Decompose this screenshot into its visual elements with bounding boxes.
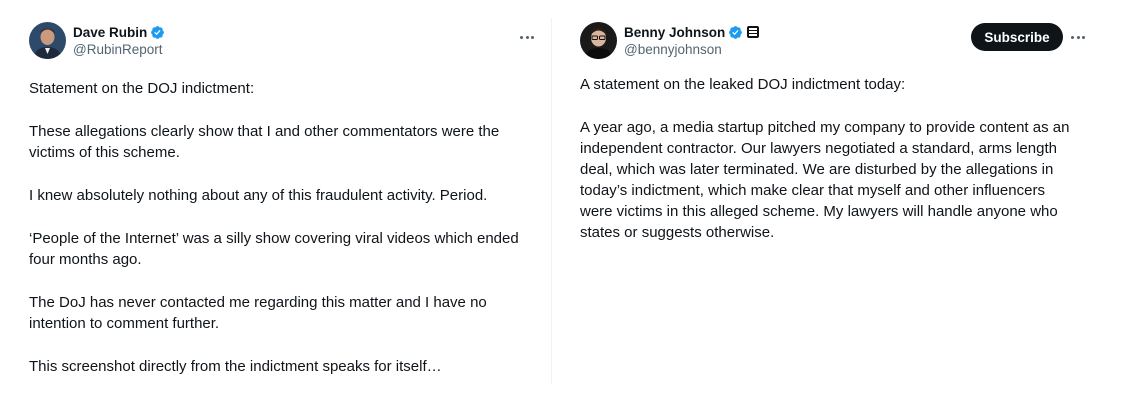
author-name[interactable]: Benny Johnson	[624, 24, 725, 41]
post-paragraph: The DoJ has never contacted me regarding…	[29, 294, 487, 332]
post-paragraph: I knew absolutely nothing about any of t…	[29, 187, 488, 204]
post-benny-johnson: Benny Johnson @bennyjohnson Subscribe A …	[552, 0, 1140, 402]
more-horizontal-icon[interactable]	[518, 28, 536, 46]
post-paragraph: This screenshot directly from the indict…	[29, 358, 442, 375]
post-paragraph: Statement on the DOJ indictment:	[29, 80, 255, 97]
post-dave-rubin: Dave Rubin @RubinReport Statement on the…	[0, 0, 552, 402]
subscribe-button[interactable]: Subscribe	[971, 23, 1063, 51]
more-horizontal-icon[interactable]	[1069, 28, 1087, 46]
verified-badge-icon	[728, 25, 743, 40]
author-handle[interactable]: @RubinReport	[73, 41, 165, 58]
post-paragraph: These allegations clearly show that I an…	[29, 123, 500, 161]
verified-badge-icon	[150, 25, 165, 40]
author-name[interactable]: Dave Rubin	[73, 24, 147, 41]
author-handle[interactable]: @bennyjohnson	[624, 41, 759, 58]
post-paragraph: A statement on the leaked DOJ indictment…	[580, 76, 906, 93]
avatar[interactable]	[29, 22, 66, 59]
post-paragraph: ‘People of the Internet’ was a silly sho…	[29, 230, 519, 268]
avatar[interactable]	[580, 22, 617, 59]
affiliate-badge-icon[interactable]	[747, 26, 760, 38]
post-paragraph: A year ago, a media startup pitched my c…	[580, 119, 1070, 241]
post-header: Benny Johnson @bennyjohnson	[580, 22, 760, 59]
post-header: Dave Rubin @RubinReport	[29, 22, 165, 59]
post-text: Statement on the DOJ indictment: These a…	[29, 78, 534, 399]
post-text: A statement on the leaked DOJ indictment…	[580, 74, 1080, 265]
